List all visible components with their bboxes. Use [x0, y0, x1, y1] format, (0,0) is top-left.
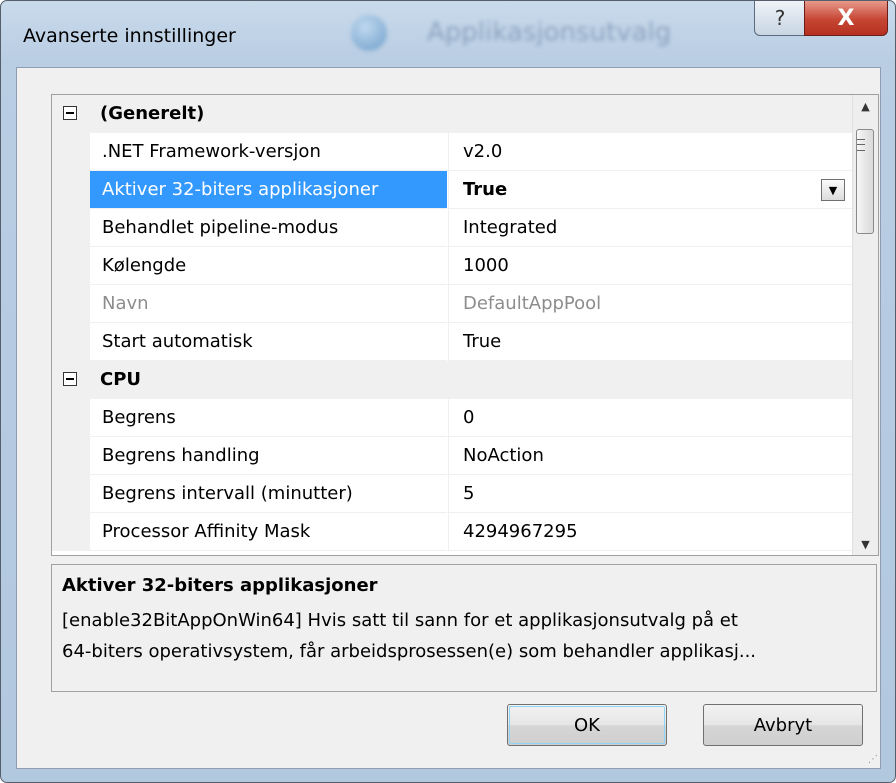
property-value[interactable]: True	[448, 323, 853, 361]
property-row[interactable]: Kølengde 1000	[52, 247, 853, 285]
row-gutter	[52, 171, 90, 209]
property-row[interactable]: .NET Framework-versjon v2.0	[52, 133, 853, 171]
row-gutter	[52, 247, 90, 285]
row-value-text: NoAction	[463, 445, 544, 466]
row-gutter	[52, 95, 90, 133]
description-panel: Aktiver 32-biters applikasjoner [enable3…	[51, 564, 877, 692]
property-rows: (Generelt) .NET Framework-versjon v2.0 Akti…	[52, 95, 853, 551]
cancel-button[interactable]: Avbryt	[703, 704, 863, 746]
category-row[interactable]: (Generelt)	[52, 95, 852, 133]
row-gutter	[52, 475, 90, 513]
property-row[interactable]: Start automatisk True	[52, 323, 853, 361]
property-row[interactable]: Begrens handling NoAction	[52, 437, 853, 475]
resize-grip-icon[interactable]: ⋰	[866, 754, 878, 766]
property-value[interactable]: True ▼	[448, 171, 853, 209]
dialog-title: Avanserte innstillinger	[23, 25, 236, 47]
category-label: (Generelt)	[90, 95, 447, 132]
background-window-caption: Applikasjonsutvalg	[351, 15, 771, 55]
row-value-text: 5	[463, 483, 475, 504]
property-value: DefaultAppPool	[448, 285, 853, 323]
property-name: Kølengde	[90, 247, 447, 285]
globe-icon	[351, 15, 387, 51]
collapse-icon[interactable]	[63, 106, 77, 120]
cancel-button-label: Avbryt	[753, 714, 813, 736]
property-name: Begrens intervall (minutter)	[90, 475, 447, 513]
row-value-text: 1000	[463, 255, 509, 276]
row-name-text: Processor Affinity Mask	[102, 521, 311, 542]
collapse-icon[interactable]	[63, 372, 77, 386]
row-name-text: Kølengde	[102, 255, 187, 276]
description-title: Aktiver 32-biters applikasjoner	[62, 575, 378, 596]
row-gutter	[52, 361, 90, 399]
row-name-text: Begrens handling	[102, 445, 260, 466]
property-value[interactable]: NoAction	[448, 437, 853, 475]
ok-button-label: OK	[574, 714, 600, 736]
property-name: Start automatisk	[90, 323, 447, 361]
close-icon: X	[837, 5, 855, 31]
help-button[interactable]: ?	[754, 1, 806, 36]
category-label: CPU	[90, 361, 447, 398]
scroll-grip-icon	[857, 139, 865, 151]
property-name: Behandlet pipeline-modus	[90, 209, 447, 247]
row-gutter	[52, 399, 90, 437]
row-name-text: Start automatisk	[102, 331, 253, 352]
row-gutter	[52, 209, 90, 247]
vertical-scrollbar[interactable]: ▲ ▼	[852, 95, 878, 555]
property-value[interactable]: Integrated	[448, 209, 853, 247]
row-value-text: DefaultAppPool	[463, 293, 602, 314]
row-value-text: v2.0	[463, 141, 503, 162]
description-text: [enable32BitAppOnWin64] Hvis satt til sa…	[62, 605, 867, 667]
help-icon: ?	[774, 6, 786, 30]
row-name-text: .NET Framework-versjon	[102, 141, 321, 162]
property-row[interactable]: Begrens intervall (minutter) 5	[52, 475, 853, 513]
dialog-window: Applikasjonsutvalg Avanserte innstilling…	[0, 0, 896, 783]
description-line-1: [enable32BitAppOnWin64] Hvis satt til sa…	[62, 610, 738, 631]
row-name-text: Navn	[102, 293, 149, 314]
scroll-down-button[interactable]: ▼	[853, 533, 878, 555]
scroll-up-button[interactable]: ▲	[853, 95, 878, 117]
property-row[interactable]: Navn DefaultAppPool	[52, 285, 853, 323]
row-gutter	[52, 323, 90, 361]
property-grid: (Generelt) .NET Framework-versjon v2.0 Akti…	[51, 94, 879, 556]
row-gutter	[52, 133, 90, 171]
row-name-text: (Generelt)	[100, 103, 205, 124]
property-row[interactable]: Aktiver 32-biters applikasjoner True ▼	[52, 171, 853, 209]
property-name: Begrens handling	[90, 437, 447, 475]
row-value-text: 4294967295	[463, 521, 578, 542]
property-name: Aktiver 32-biters applikasjoner	[90, 171, 447, 209]
background-caption-text: Applikasjonsutvalg	[427, 17, 672, 48]
dialog-body: (Generelt) .NET Framework-versjon v2.0 Akti…	[16, 67, 881, 769]
row-name-text: Behandlet pipeline-modus	[102, 217, 339, 238]
property-name: Processor Affinity Mask	[90, 513, 447, 551]
close-button[interactable]: X	[804, 1, 888, 36]
property-value[interactable]: 4294967295	[448, 513, 853, 551]
dropdown-arrow-icon[interactable]: ▼	[821, 179, 845, 201]
row-gutter	[52, 437, 90, 475]
row-name-text: Aktiver 32-biters applikasjoner	[102, 179, 379, 200]
row-value-text: True	[463, 331, 502, 352]
description-line-2: 64-biters operativsystem, får arbeidspro…	[62, 641, 757, 662]
row-value-text: 0	[463, 407, 475, 428]
property-value[interactable]: 1000	[448, 247, 853, 285]
row-name-text: Begrens	[102, 407, 176, 428]
category-row[interactable]: CPU	[52, 361, 852, 399]
row-gutter	[52, 285, 90, 323]
property-name: Navn	[90, 285, 447, 323]
property-row[interactable]: Behandlet pipeline-modus Integrated	[52, 209, 853, 247]
property-value[interactable]: 0	[448, 399, 853, 437]
property-name: Begrens	[90, 399, 447, 437]
ok-button[interactable]: OK	[507, 704, 667, 746]
property-row[interactable]: Begrens 0	[52, 399, 853, 437]
property-value[interactable]: 5	[448, 475, 853, 513]
row-value-text: True	[463, 179, 508, 200]
property-name: .NET Framework-versjon	[90, 133, 447, 171]
row-gutter	[52, 513, 90, 551]
property-row[interactable]: Processor Affinity Mask 4294967295	[52, 513, 853, 551]
row-value-text: Integrated	[463, 217, 558, 238]
property-value[interactable]: v2.0	[448, 133, 853, 171]
row-name-text: CPU	[100, 369, 142, 390]
row-name-text: Begrens intervall (minutter)	[102, 483, 353, 504]
